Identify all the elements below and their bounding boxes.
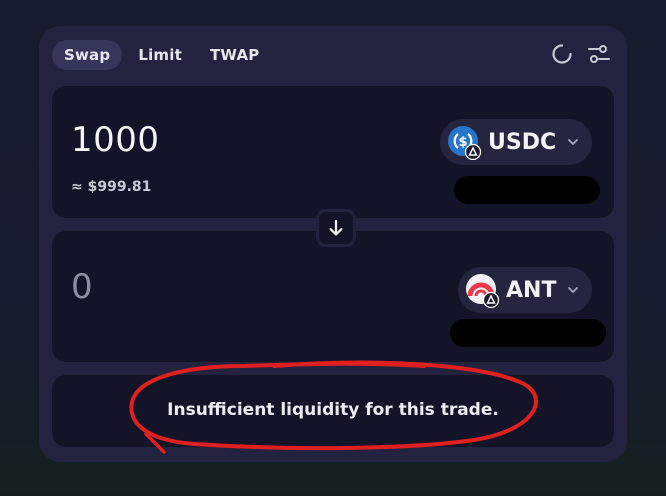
switch-tokens-button[interactable] — [316, 209, 356, 247]
buy-amount-output: 0 — [71, 267, 94, 307]
sell-token-symbol: USDC — [488, 129, 557, 155]
sell-amount-input[interactable]: 1000 — [71, 120, 160, 160]
sell-balance-redacted — [454, 176, 600, 204]
insufficient-liquidity-message: Insufficient liquidity for this trade. — [167, 400, 499, 420]
chevron-down-icon — [568, 139, 578, 146]
settings-sliders-icon[interactable] — [587, 42, 611, 66]
buy-panel: 0 ANT — [52, 231, 614, 362]
swap-mode-tabs: Swap Limit TWAP — [52, 40, 272, 70]
tab-limit[interactable]: Limit — [126, 40, 194, 70]
sell-token-selector[interactable]: $ USDC — [440, 119, 592, 165]
arrow-down-icon — [329, 219, 343, 236]
swap-status-panel: Insufficient liquidity for this trade. — [52, 375, 614, 447]
refresh-icon[interactable] — [551, 43, 573, 65]
sell-usd-value: ≈ $999.81 — [71, 179, 152, 195]
tab-swap[interactable]: Swap — [52, 40, 123, 70]
tab-twap[interactable]: TWAP — [198, 40, 272, 70]
sell-panel: 1000 ≈ $999.81 $ USDC — [52, 86, 614, 218]
chevron-down-icon — [568, 287, 578, 294]
header-actions — [551, 42, 611, 66]
buy-token-selector[interactable]: ANT — [458, 267, 592, 313]
buy-balance-redacted — [450, 319, 606, 347]
usdc-logo-icon: $ — [446, 124, 482, 161]
buy-token-symbol: ANT — [506, 277, 557, 303]
ant-logo-icon — [464, 272, 500, 309]
